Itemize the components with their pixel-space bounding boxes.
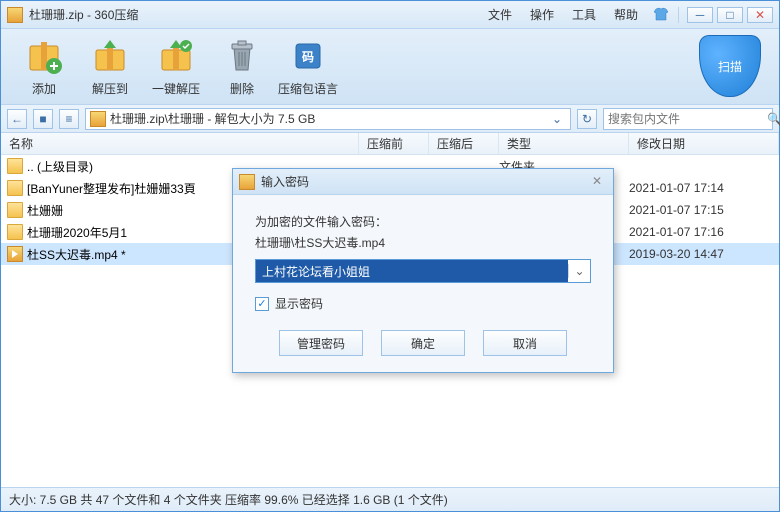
toolbar: 添加 解压到 一键解压 删除 码 压缩包语言 扫描: [1, 29, 779, 105]
path-bar: ← ■ ≡ 杜珊珊.zip\杜珊珊 - 解包大小为 7.5 GB ⌄ ↻ 🔍: [1, 105, 779, 133]
show-password-checkbox[interactable]: ✓ 显示密码: [255, 295, 591, 312]
menu-operate[interactable]: 操作: [530, 6, 554, 23]
col-date[interactable]: 修改日期: [629, 133, 779, 154]
file-date: 2021-01-07 17:14: [629, 181, 779, 195]
menu-tool[interactable]: 工具: [572, 6, 596, 23]
language-label: 压缩包语言: [278, 80, 338, 97]
path-dropdown-icon[interactable]: ⌄: [548, 112, 566, 126]
file-date: 2021-01-07 17:15: [629, 203, 779, 217]
language-icon: 码: [288, 36, 328, 76]
shield-icon: 扫描: [699, 35, 761, 97]
file-date: 2019-03-20 14:47: [629, 247, 779, 261]
delete-label: 删除: [230, 80, 254, 97]
delete-button[interactable]: 删除: [209, 36, 275, 97]
col-post[interactable]: 压缩后: [429, 133, 499, 154]
folder-icon: [7, 224, 23, 240]
dialog-title: 输入密码: [261, 173, 587, 190]
encrypted-filename: 杜珊珊\杜SS大迟毒.mp4: [255, 234, 591, 251]
archive-icon: [7, 7, 23, 23]
skin-icon[interactable]: [652, 7, 670, 23]
manage-password-button[interactable]: 管理密码: [279, 330, 363, 356]
extract-to-label: 解压到: [92, 80, 128, 97]
search-field[interactable]: 🔍: [603, 108, 773, 130]
password-input[interactable]: [256, 260, 568, 282]
maximize-button[interactable]: □: [717, 7, 743, 23]
minimize-button[interactable]: ─: [687, 7, 713, 23]
one-click-extract-button[interactable]: 一键解压: [143, 36, 209, 97]
password-dropdown-icon[interactable]: ⌄: [568, 264, 590, 278]
scan-button[interactable]: 扫描: [699, 35, 761, 97]
path-text: 杜珊珊.zip\杜珊珊 - 解包大小为 7.5 GB: [110, 110, 544, 127]
add-label: 添加: [32, 80, 56, 97]
window-title: 杜珊珊.zip - 360压缩: [29, 6, 138, 23]
extract-to-icon: [90, 36, 130, 76]
search-input[interactable]: [608, 112, 763, 126]
password-field[interactable]: ⌄: [255, 259, 591, 283]
dialog-close-button[interactable]: ✕: [587, 174, 607, 190]
cancel-button[interactable]: 取消: [483, 330, 567, 356]
back-button[interactable]: ←: [7, 109, 27, 129]
col-pre[interactable]: 压缩前: [359, 133, 429, 154]
file-date: 2021-01-07 17:16: [629, 225, 779, 239]
main-menu: 文件 操作 工具 帮助: [488, 6, 638, 23]
video-icon: [7, 246, 23, 262]
add-button[interactable]: 添加: [11, 36, 77, 97]
password-dialog: 输入密码 ✕ 为加密的文件输入密码： 杜珊珊\杜SS大迟毒.mp4 ⌄ ✓ 显示…: [232, 168, 614, 373]
one-click-icon: [156, 36, 196, 76]
refresh-button[interactable]: ↻: [577, 109, 597, 129]
delete-icon: [222, 36, 262, 76]
svg-text:码: 码: [302, 50, 314, 64]
one-click-label: 一键解压: [152, 80, 200, 97]
folder-icon: [7, 202, 23, 218]
menu-help[interactable]: 帮助: [614, 6, 638, 23]
col-name[interactable]: 名称: [1, 133, 359, 154]
search-icon[interactable]: 🔍: [767, 112, 780, 126]
status-bar: 大小: 7.5 GB 共 47 个文件和 4 个文件夹 压缩率 99.6% 已经…: [1, 487, 779, 511]
menu-file[interactable]: 文件: [488, 6, 512, 23]
close-button[interactable]: ✕: [747, 7, 773, 23]
dialog-titlebar[interactable]: 输入密码 ✕: [233, 169, 613, 195]
forward-button[interactable]: ■: [33, 109, 53, 129]
status-text: 大小: 7.5 GB 共 47 个文件和 4 个文件夹 压缩率 99.6% 已经…: [9, 491, 448, 508]
up-folder-icon: [7, 158, 23, 174]
ok-button[interactable]: 确定: [381, 330, 465, 356]
view-mode-button[interactable]: ≡: [59, 109, 79, 129]
path-field[interactable]: 杜珊珊.zip\杜珊珊 - 解包大小为 7.5 GB ⌄: [85, 108, 571, 130]
folder-icon: [7, 180, 23, 196]
add-icon: [24, 36, 64, 76]
extract-to-button[interactable]: 解压到: [77, 36, 143, 97]
archive-small-icon: [90, 111, 106, 127]
dialog-icon: [239, 174, 255, 190]
titlebar[interactable]: 杜珊珊.zip - 360压缩 文件 操作 工具 帮助 ─ □ ✕: [1, 1, 779, 29]
col-type[interactable]: 类型: [499, 133, 629, 154]
window-buttons: ─ □ ✕: [652, 7, 773, 23]
checkbox-icon: ✓: [255, 297, 269, 311]
column-headers: 名称 压缩前 压缩后 类型 修改日期: [1, 133, 779, 155]
password-prompt: 为加密的文件输入密码：: [255, 213, 591, 230]
show-password-label: 显示密码: [275, 295, 323, 312]
language-button[interactable]: 码 压缩包语言: [275, 36, 341, 97]
